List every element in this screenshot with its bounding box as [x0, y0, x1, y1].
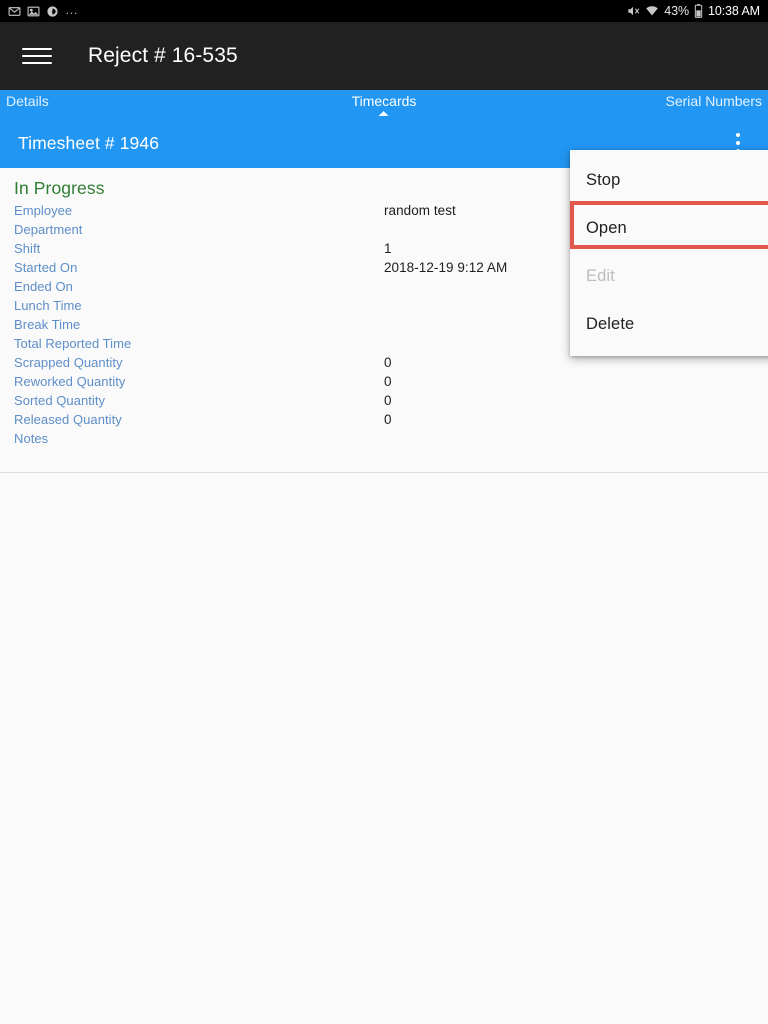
status-clock: 10:38 AM	[707, 4, 760, 18]
detail-label: Reworked Quantity	[14, 374, 126, 389]
detail-row: Notes	[0, 431, 768, 450]
detail-label: Employee	[14, 203, 73, 218]
menu-item-edit: Edit	[586, 266, 615, 285]
detail-label: Department	[14, 222, 83, 237]
tab-timecards[interactable]: Timecards	[351, 91, 417, 116]
tab-bar: Details Timecards Serial Numbers	[0, 90, 768, 118]
status-bar-right: 43% 10:38 AM	[626, 4, 760, 18]
app-bar: Reject # 16-535	[0, 22, 768, 90]
detail-label: Break Time	[14, 317, 81, 332]
detail-row: Scrapped Quantity 0	[0, 355, 768, 374]
menu-item-delete[interactable]: Delete	[570, 300, 768, 348]
detail-label: Scrapped Quantity	[14, 355, 123, 370]
detail-value: 0	[384, 355, 392, 370]
overflow-popup-menu: Stop Open Edit Delete	[570, 150, 768, 356]
detail-row: Released Quantity 0	[0, 412, 768, 431]
wifi-icon	[645, 4, 659, 18]
app-screen: … 43% 10:38 AM Reject # 16-535 Details T…	[0, 0, 768, 1024]
detail-value: 0	[384, 393, 392, 408]
hamburger-menu-icon[interactable]	[22, 45, 52, 67]
detail-value: random test	[384, 203, 456, 218]
detail-label: Ended On	[14, 279, 73, 294]
detail-row: Reworked Quantity 0	[0, 374, 768, 393]
detail-label: Sorted Quantity	[14, 393, 106, 408]
battery-icon	[694, 4, 703, 18]
mute-icon	[626, 4, 640, 18]
tab-details[interactable]: Details	[6, 91, 49, 109]
detail-row: Sorted Quantity 0	[0, 393, 768, 412]
email-icon	[8, 5, 21, 18]
detail-value: 2018-12-19 9:12 AM	[384, 260, 508, 275]
popup-menu-items: Stop Open Edit Delete	[570, 156, 768, 348]
tab-timecards-label: Timecards	[351, 93, 417, 109]
menu-item-stop[interactable]: Stop	[570, 156, 768, 204]
detail-label: Lunch Time	[14, 298, 82, 313]
detail-value: 0	[384, 412, 392, 427]
detail-value: 0	[384, 374, 392, 389]
image-icon	[27, 5, 40, 18]
status-bar-left: …	[8, 3, 79, 20]
tab-serial-numbers[interactable]: Serial Numbers	[666, 91, 762, 109]
detail-label: Released Quantity	[14, 412, 122, 427]
active-tab-indicator-icon	[378, 111, 389, 116]
detail-label: Notes	[14, 431, 49, 446]
detail-label: Started On	[14, 260, 78, 275]
status-overflow-dots: …	[65, 1, 79, 17]
menu-item-open[interactable]: Open	[570, 204, 768, 252]
status-bar: … 43% 10:38 AM	[0, 0, 768, 22]
detail-value: 1	[384, 241, 392, 256]
detail-label: Total Reported Time	[14, 336, 132, 351]
app-notification-icon	[46, 5, 59, 18]
battery-percent-label: 43%	[664, 4, 689, 18]
page-title: Reject # 16-535	[88, 44, 238, 67]
detail-label: Shift	[14, 241, 41, 256]
timesheet-title: Timesheet # 1946	[18, 132, 160, 153]
